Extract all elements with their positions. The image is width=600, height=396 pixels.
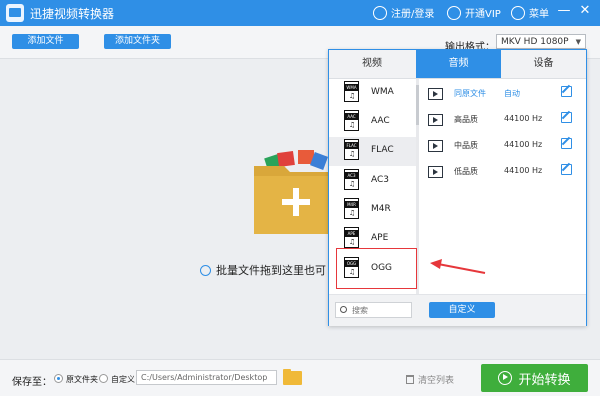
- title-bar: 迅捷视频转换器 注册/登录 开通VIP 菜单 — ✕: [0, 0, 600, 26]
- footer: 保存至： 原文件夹 自定义 C:/Users/Administrator/Des…: [0, 359, 600, 396]
- arrow-icon: [430, 259, 486, 274]
- smile-icon: [200, 264, 211, 276]
- search-icon: [340, 306, 347, 313]
- media-icon: [428, 114, 443, 126]
- audio-file-icon: APE ♫: [344, 227, 359, 248]
- menu-icon: [511, 5, 525, 20]
- media-icon: [428, 166, 443, 178]
- clear-list-button[interactable]: 清空列表: [406, 373, 454, 386]
- save-path-field[interactable]: C:/Users/Administrator/Desktop: [136, 370, 277, 385]
- audio-file-icon: AAC ♫: [344, 110, 359, 131]
- quality-row-medium[interactable]: 中品质 44100 Hz: [424, 138, 579, 158]
- edit-icon[interactable]: [561, 86, 572, 97]
- quality-row-original[interactable]: 同原文件 自动: [424, 86, 579, 106]
- quality-rate: 44100 Hz: [504, 140, 543, 149]
- tab-device[interactable]: 设备: [501, 50, 586, 78]
- output-format-value: MKV HD 1080P: [501, 37, 569, 47]
- vip-icon: [447, 5, 461, 20]
- tab-audio[interactable]: 音频: [416, 50, 501, 78]
- format-label: AC3: [371, 175, 390, 185]
- quality-rate: 44100 Hz: [504, 166, 543, 175]
- quality-name: 同原文件: [454, 89, 486, 98]
- format-search[interactable]: [335, 302, 412, 318]
- add-file-button[interactable]: 添加文件: [12, 34, 79, 49]
- quality-rate: 44100 Hz: [504, 114, 543, 123]
- quality-name: 低品质: [454, 167, 478, 176]
- user-icon: [373, 5, 387, 20]
- menu-button[interactable]: 菜单: [511, 5, 549, 20]
- audio-file-icon: FLAC ♫: [344, 139, 359, 160]
- folder-icon[interactable]: [283, 369, 302, 385]
- vip-label: 开通VIP: [465, 9, 501, 20]
- vip-button[interactable]: 开通VIP: [447, 5, 501, 20]
- format-search-input[interactable]: [352, 304, 408, 316]
- quality-name: 高品质: [454, 115, 478, 124]
- format-item-flac[interactable]: FLAC ♫ FLAC: [329, 137, 417, 166]
- quality-rate: 自动: [504, 89, 520, 98]
- start-convert-button[interactable]: 开始转换: [481, 364, 588, 392]
- radio-original-label: 原文件夹: [66, 375, 98, 384]
- trash-icon: [406, 375, 414, 384]
- media-icon: [428, 140, 443, 152]
- chevron-down-icon: ▼: [575, 38, 581, 46]
- add-folder-button[interactable]: 添加文件夹: [104, 34, 171, 49]
- close-button[interactable]: ✕: [578, 4, 592, 18]
- login-button[interactable]: 注册/登录: [373, 5, 434, 20]
- tab-video[interactable]: 视频: [329, 50, 415, 78]
- quality-row-high[interactable]: 高品质 44100 Hz: [424, 112, 579, 132]
- output-format-select[interactable]: MKV HD 1080P ▼: [496, 34, 586, 49]
- format-label: APE: [371, 233, 389, 243]
- format-label: WMA: [371, 87, 394, 97]
- start-convert-label: 开始转换: [518, 372, 571, 388]
- minimize-button[interactable]: —: [557, 4, 571, 18]
- app-title: 迅捷视频转换器: [30, 7, 115, 21]
- format-item-m4r[interactable]: M4R ♫ M4R: [329, 196, 417, 225]
- save-to-label: 保存至：: [12, 377, 52, 388]
- app-logo-icon: [6, 4, 24, 22]
- format-tabs: 视频 音频 设备: [329, 50, 586, 79]
- media-icon: [428, 88, 443, 100]
- audio-file-icon: M4R ♫: [344, 198, 359, 219]
- scrollbar-thumb[interactable]: [416, 85, 419, 125]
- format-item-wma[interactable]: WMA ♫ WMA: [329, 79, 417, 108]
- format-item-aac[interactable]: AAC ♫ AAC: [329, 108, 417, 137]
- radio-original-folder[interactable]: [54, 374, 63, 383]
- format-label: AAC: [371, 116, 390, 126]
- custom-button[interactable]: 自定义: [429, 302, 495, 318]
- audio-file-icon: AC3 ♫: [344, 169, 359, 190]
- menu-label: 菜单: [529, 9, 549, 20]
- radio-custom-folder[interactable]: [99, 374, 108, 383]
- quality-row-low[interactable]: 低品质 44100 Hz: [424, 164, 579, 184]
- clear-list-label: 清空列表: [418, 376, 455, 386]
- format-item-ac3[interactable]: AC3 ♫ AC3: [329, 167, 417, 196]
- quality-name: 中品质: [454, 141, 478, 150]
- edit-icon[interactable]: [561, 164, 572, 175]
- drop-hint-text: 批量文件拖到这里也可: [216, 264, 326, 277]
- edit-icon[interactable]: [561, 112, 572, 123]
- format-label: FLAC: [371, 145, 394, 155]
- format-label: M4R: [371, 204, 391, 214]
- highlight-box: [336, 248, 417, 289]
- audio-file-icon: WMA ♫: [344, 81, 359, 102]
- edit-icon[interactable]: [561, 138, 572, 149]
- popup-bottom-bar: 自定义: [329, 294, 586, 326]
- radio-custom-label: 自定义: [111, 375, 135, 384]
- play-icon: [498, 371, 513, 385]
- login-label: 注册/登录: [391, 9, 435, 20]
- drop-hint: 批量文件拖到这里也可: [200, 262, 326, 278]
